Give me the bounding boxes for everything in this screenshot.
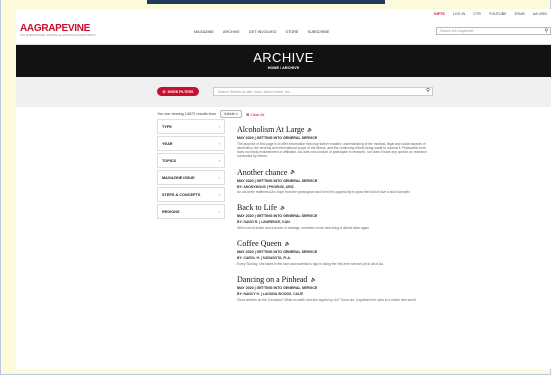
list-item: Another chance 🔈 MAY 2020 | GETTING INTO…: [237, 168, 427, 195]
nav-magazine[interactable]: MAGAZINE: [194, 30, 214, 34]
filter-sidebar: TYPE › YEAR › TOPICS › MAGAZINE ISSUE › …: [157, 119, 225, 221]
article-title-link[interactable]: Back to Life: [237, 203, 277, 212]
article-summary: An old-timer reaffirms AA's hope from th…: [237, 190, 411, 195]
chevron-right-icon: ›: [218, 175, 220, 180]
article-title-link[interactable]: Dancing on a Pinhead: [237, 275, 307, 284]
archive-search-placeholder: Search Stories by title, topic, author n…: [218, 89, 291, 94]
filter-label: REGIONS: [162, 209, 180, 214]
article-summary: With a lot of action and a bunch of host…: [237, 225, 369, 230]
audio-icon[interactable]: 🔈: [310, 277, 316, 283]
article-summary: The purpose of this page is to offer inf…: [237, 141, 427, 159]
results-text: You are viewing 13672 results from: [157, 112, 217, 116]
article-title-link[interactable]: Another chance: [237, 168, 287, 177]
clear-all-button[interactable]: ✖ Clear All: [246, 112, 264, 117]
utility-nav: GIFTS LOG IN CTR YOUTUBE ESUB AA.ORG: [434, 9, 551, 19]
article-title-row: Another chance 🔈: [237, 168, 427, 177]
site-search-input[interactable]: Search AA Grapevine ⚲: [436, 27, 551, 35]
filter-steps-concepts[interactable]: STEPS & CONCEPTS ›: [157, 187, 225, 202]
chevron-right-icon: ›: [218, 141, 220, 146]
nav-get-involved[interactable]: GET INVOLVED: [249, 30, 277, 34]
site-search-placeholder: Search AA Grapevine: [440, 29, 474, 33]
main-nav: MAGAZINE ARCHIVE GET INVOLVED STORE SUBS…: [194, 30, 329, 34]
audio-icon[interactable]: 🔈: [290, 169, 296, 175]
article-summary: Gives articles on the Concepts? What on …: [237, 297, 416, 302]
filter-icon: ☰: [162, 89, 166, 94]
more-filters-button[interactable]: ☰ MORE FILTERS: [157, 87, 199, 96]
article-title-row: Coffee Queen 🔈: [237, 239, 427, 248]
article-title-row: Back to Life 🔈: [237, 203, 427, 212]
site-logo[interactable]: AAGRAPEVINE: [20, 23, 90, 34]
filter-bar: ☰ MORE FILTERS Search Stories by title, …: [16, 77, 551, 107]
results-summary: You are viewing 13672 results from Artic…: [157, 110, 264, 118]
article-title-row: Alcoholism At Large 🔈: [237, 125, 427, 134]
chevron-right-icon: ›: [218, 124, 220, 129]
filter-label: STEPS & CONCEPTS: [162, 192, 201, 197]
screenshot: GIFTS LOG IN CTR YOUTUBE ESUB AA.ORG AAG…: [16, 9, 551, 369]
filter-label: TYPE: [162, 124, 172, 129]
list-item: Coffee Queen 🔈 MAY 2020 | GETTING INTO G…: [237, 239, 427, 266]
audio-icon[interactable]: 🔈: [280, 205, 286, 211]
page-title: ARCHIVE: [253, 50, 314, 65]
list-item: Dancing on a Pinhead 🔈 MAY 2020 | GETTIN…: [237, 275, 427, 302]
utility-link-login[interactable]: LOG IN: [453, 12, 466, 16]
gifts-link[interactable]: GIFTS: [434, 12, 445, 16]
utility-link-ctr[interactable]: CTR: [473, 12, 481, 16]
article-title-row: Dancing on a Pinhead 🔈: [237, 275, 427, 284]
audio-icon[interactable]: 🔈: [285, 241, 291, 247]
article-byline: BY: CAROL H. | SARASOTA, FLA.: [237, 256, 291, 261]
archive-search-input[interactable]: Search Stories by title, topic, author n…: [213, 87, 433, 96]
nav-store[interactable]: STORE: [285, 30, 298, 34]
audio-icon[interactable]: 🔈: [307, 127, 313, 133]
article-meta: MAY 2020 | GETTING INTO GENERAL SERVICE: [237, 250, 318, 255]
utility-link-aaorg[interactable]: AA.ORG: [533, 12, 547, 16]
archive-hero: ARCHIVE HOME / ARCHIVE: [16, 45, 551, 77]
site-header: AAGRAPEVINE THE INTERNATIONAL JOURNAL OF…: [16, 19, 551, 45]
filter-topics[interactable]: TOPICS ›: [157, 153, 225, 168]
article-title-link[interactable]: Alcoholism At Large: [237, 125, 304, 134]
filter-label: YEAR: [162, 141, 173, 146]
article-meta: MAY 2020 | GETTING INTO GENERAL SERVICE: [237, 214, 318, 219]
chevron-right-icon: ›: [218, 192, 220, 197]
article-byline: BY: NANCY H. | LAGUNA WOODS, CALIF.: [237, 292, 304, 297]
filter-label: MAGAZINE ISSUE: [162, 175, 195, 180]
filter-magazine-issue[interactable]: MAGAZINE ISSUE ›: [157, 170, 225, 185]
chevron-right-icon: ›: [218, 209, 220, 214]
filter-type[interactable]: TYPE ›: [157, 119, 225, 134]
list-item: Back to Life 🔈 MAY 2020 | GETTING INTO G…: [237, 203, 427, 230]
utility-link-esub[interactable]: ESUB: [515, 12, 525, 16]
nav-archive[interactable]: ARCHIVE: [223, 30, 240, 34]
article-title-link[interactable]: Coffee Queen: [237, 239, 282, 248]
logo-tagline: THE INTERNATIONAL JOURNAL OF ALCOHOLICS …: [20, 34, 96, 37]
article-list: Alcoholism At Large 🔈 MAY 2020 | GETTING…: [237, 125, 427, 311]
list-item: Alcoholism At Large 🔈 MAY 2020 | GETTING…: [237, 125, 427, 159]
article-byline: BY: DAVID R. | LAWRENCE, KAN.: [237, 220, 291, 225]
nav-subscribe[interactable]: SUBSCRIBE: [307, 30, 329, 34]
filter-label: TOPICS: [162, 158, 177, 163]
article-meta: MAY 2020 | GETTING INTO GENERAL SERVICE: [237, 286, 318, 291]
article-meta: MAY 2020 | GETTING INTO GENERAL SERVICE: [237, 136, 318, 140]
article-summary: Every Sunday, she takes in the love and …: [237, 261, 384, 266]
article-meta: MAY 2020 | GETTING INTO GENERAL SERVICE: [237, 178, 318, 183]
filter-regions[interactable]: REGIONS ›: [157, 204, 225, 219]
utility-link-youtube[interactable]: YOUTUBE: [489, 12, 507, 16]
active-filter-chip[interactable]: Article ×: [220, 110, 242, 118]
chevron-right-icon: ›: [218, 158, 220, 163]
search-icon[interactable]: ⚲: [544, 28, 548, 34]
breadcrumb[interactable]: HOME / ARCHIVE: [16, 66, 551, 70]
filter-year[interactable]: YEAR ›: [157, 136, 225, 151]
search-icon[interactable]: ⚲: [426, 88, 430, 94]
more-filters-label: MORE FILTERS: [167, 89, 194, 94]
article-byline: BY: ANONYMOUS | PHOENIX, ARIZ.: [237, 184, 295, 189]
